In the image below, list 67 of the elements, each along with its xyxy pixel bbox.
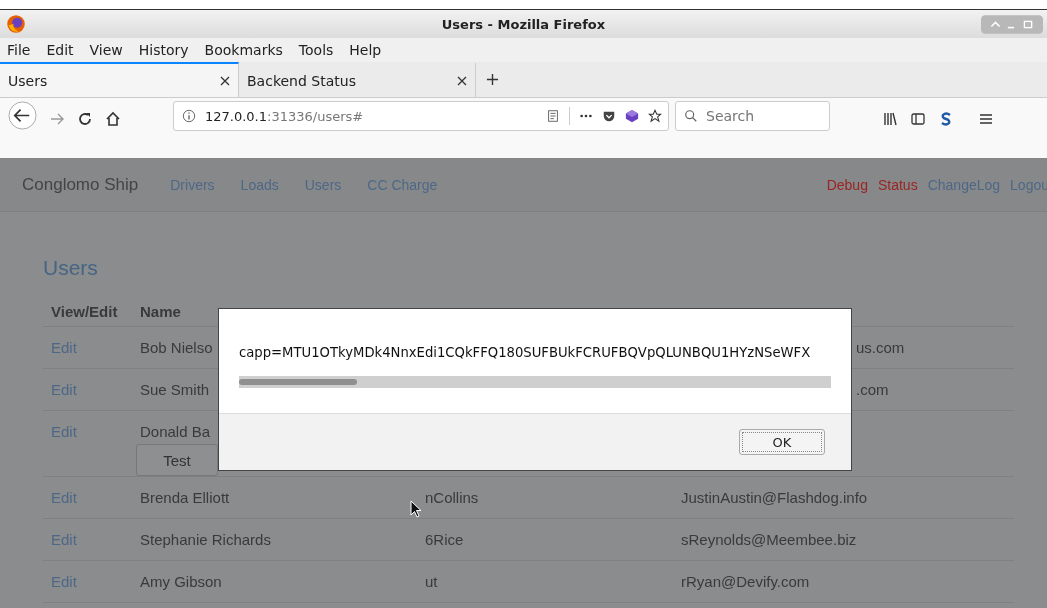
browser-tab[interactable]: Users: [0, 62, 239, 97]
back-icon[interactable]: [8, 101, 37, 130]
menu-item[interactable]: History: [131, 42, 198, 58]
ok-button[interactable]: OK: [739, 429, 825, 455]
address-bar[interactable]: 127.0.0.1:31336/users#: [173, 101, 669, 131]
column-header: View/Edit: [51, 302, 119, 320]
nav-link[interactable]: Drivers: [170, 176, 215, 193]
menu-item[interactable]: Help: [342, 42, 391, 58]
mouse-cursor-icon: [410, 500, 422, 518]
table-cell: Donald Ba: [140, 423, 211, 440]
column-header: Name: [140, 302, 182, 320]
table-cell: JustinAustin@Flashdog.info: [681, 489, 868, 506]
brand-link[interactable]: Conglomo Ship: [22, 174, 139, 195]
menu-item[interactable]: Edit: [39, 42, 83, 58]
table-cell: Bob Nielso: [140, 339, 213, 356]
firefox-logo-icon: [6, 14, 26, 34]
close-icon[interactable]: [220, 75, 230, 86]
browser-tab[interactable]: Backend Status: [239, 62, 476, 97]
edit-link[interactable]: Edit: [51, 339, 77, 356]
table-cell: Sue Smith: [140, 381, 210, 398]
nav-link[interactable]: ChangeLog: [927, 176, 1001, 193]
dialog-message: capp=MTU1OTkyMDk4NnxEdi1CQkFFQ180SUFBUkFCRUFBQVpQLUNBQU1HYzNSeWFX: [239, 345, 811, 360]
scrollbar-thumb[interactable]: [239, 379, 358, 385]
table-cell: Amy Gibson: [140, 573, 222, 590]
menu-item[interactable]: Tools: [291, 42, 343, 58]
edit-link[interactable]: Edit: [51, 573, 77, 590]
menu-item[interactable]: Bookmarks: [197, 42, 292, 58]
close-icon[interactable]: [457, 75, 467, 86]
home-icon[interactable]: [105, 111, 121, 127]
nav-link[interactable]: Loads: [240, 176, 279, 193]
nav-link[interactable]: Users: [304, 176, 342, 193]
pocket-icon[interactable]: [602, 109, 616, 123]
table-cell: sReynolds@Meembee.biz: [681, 531, 857, 548]
page-heading: Users: [43, 256, 99, 280]
reload-icon[interactable]: [77, 111, 93, 127]
search-input[interactable]: Search: [704, 107, 818, 125]
menu-item[interactable]: View: [82, 42, 132, 58]
star-icon[interactable]: [648, 109, 662, 123]
edit-link[interactable]: Edit: [51, 423, 77, 440]
nav-link[interactable]: Debug: [826, 176, 868, 193]
table-cell: 6Rice: [425, 531, 464, 548]
search-icon: [684, 109, 698, 123]
edit-link[interactable]: Edit: [51, 381, 77, 398]
info-icon: [182, 109, 196, 123]
url-text: 127.0.0.1:31336/users#: [205, 108, 365, 124]
table-cell: Brenda Elliott: [140, 489, 230, 506]
edit-link[interactable]: Edit: [51, 531, 77, 548]
reader-view-icon[interactable]: [546, 109, 560, 123]
nav-link[interactable]: Status: [877, 176, 918, 193]
library-icon[interactable]: [882, 111, 898, 127]
table-cell: nCollins: [425, 489, 479, 506]
new-tab-icon[interactable]: [486, 73, 499, 86]
search-field[interactable]: Search: [675, 101, 830, 131]
table-cell: Stephanie Richards: [140, 531, 271, 548]
menu-item[interactable]: File: [0, 42, 40, 58]
window-title: Users - Mozilla Firefox: [441, 16, 606, 32]
menu-icon[interactable]: [978, 111, 994, 127]
nav-link[interactable]: CC Charge: [367, 176, 438, 193]
table-cell-text: .com: [855, 381, 889, 398]
edit-link[interactable]: Edit: [51, 489, 77, 506]
table-cell: rRyan@Devify.com: [681, 573, 810, 590]
sidebar-icon[interactable]: [910, 111, 926, 127]
test-button[interactable]: Test: [136, 444, 218, 476]
scrollbar-track[interactable]: [239, 376, 831, 388]
table-cell: ut: [425, 573, 438, 590]
cube-icon[interactable]: [625, 109, 639, 123]
forward-icon[interactable]: [49, 111, 65, 127]
